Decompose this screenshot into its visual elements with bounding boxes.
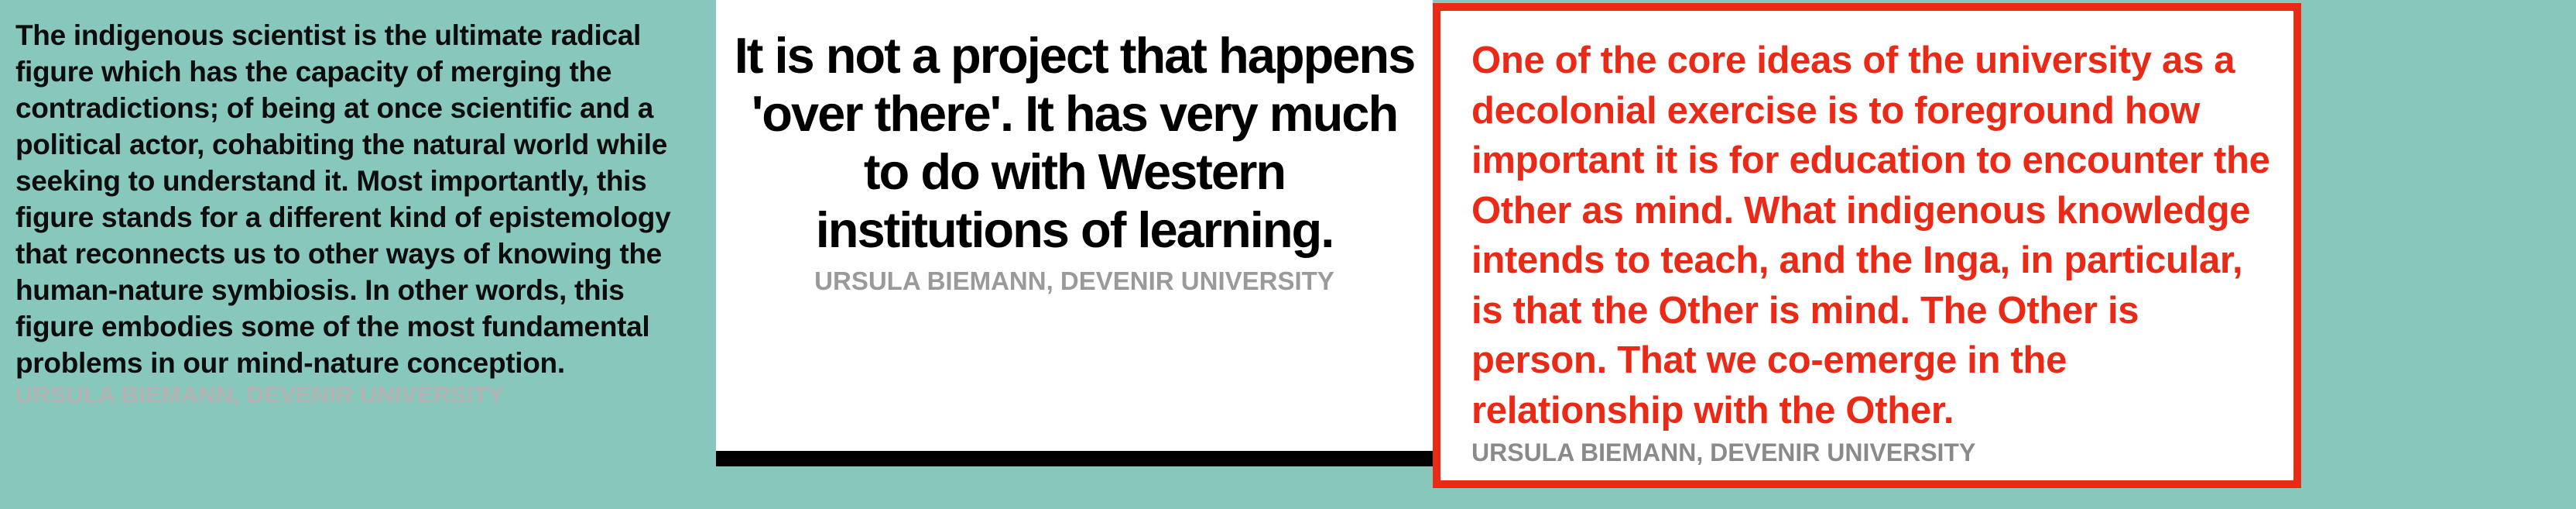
quote-attribution: URSULA BIEMANN, DEVENIR UNIVERSITY [15, 381, 504, 408]
quote-card-teal: The indigenous scientist is the ultimate… [0, 0, 712, 465]
quote-card-red-bordered: One of the core ideas of the university … [1433, 3, 2301, 488]
quote-card-white: It is not a project that happens 'over t… [716, 0, 1433, 466]
quote-text: The indigenous scientist is the ultimate… [15, 19, 671, 379]
quote-attribution: URSULA BIEMANN, DEVENIR UNIVERSITY [814, 267, 1334, 295]
quote-text: It is not a project that happens 'over t… [734, 27, 1416, 258]
quote-attribution: URSULA BIEMANN, DEVENIR UNIVERSITY [1471, 438, 1976, 466]
quote-text: One of the core ideas of the university … [1471, 40, 2270, 432]
